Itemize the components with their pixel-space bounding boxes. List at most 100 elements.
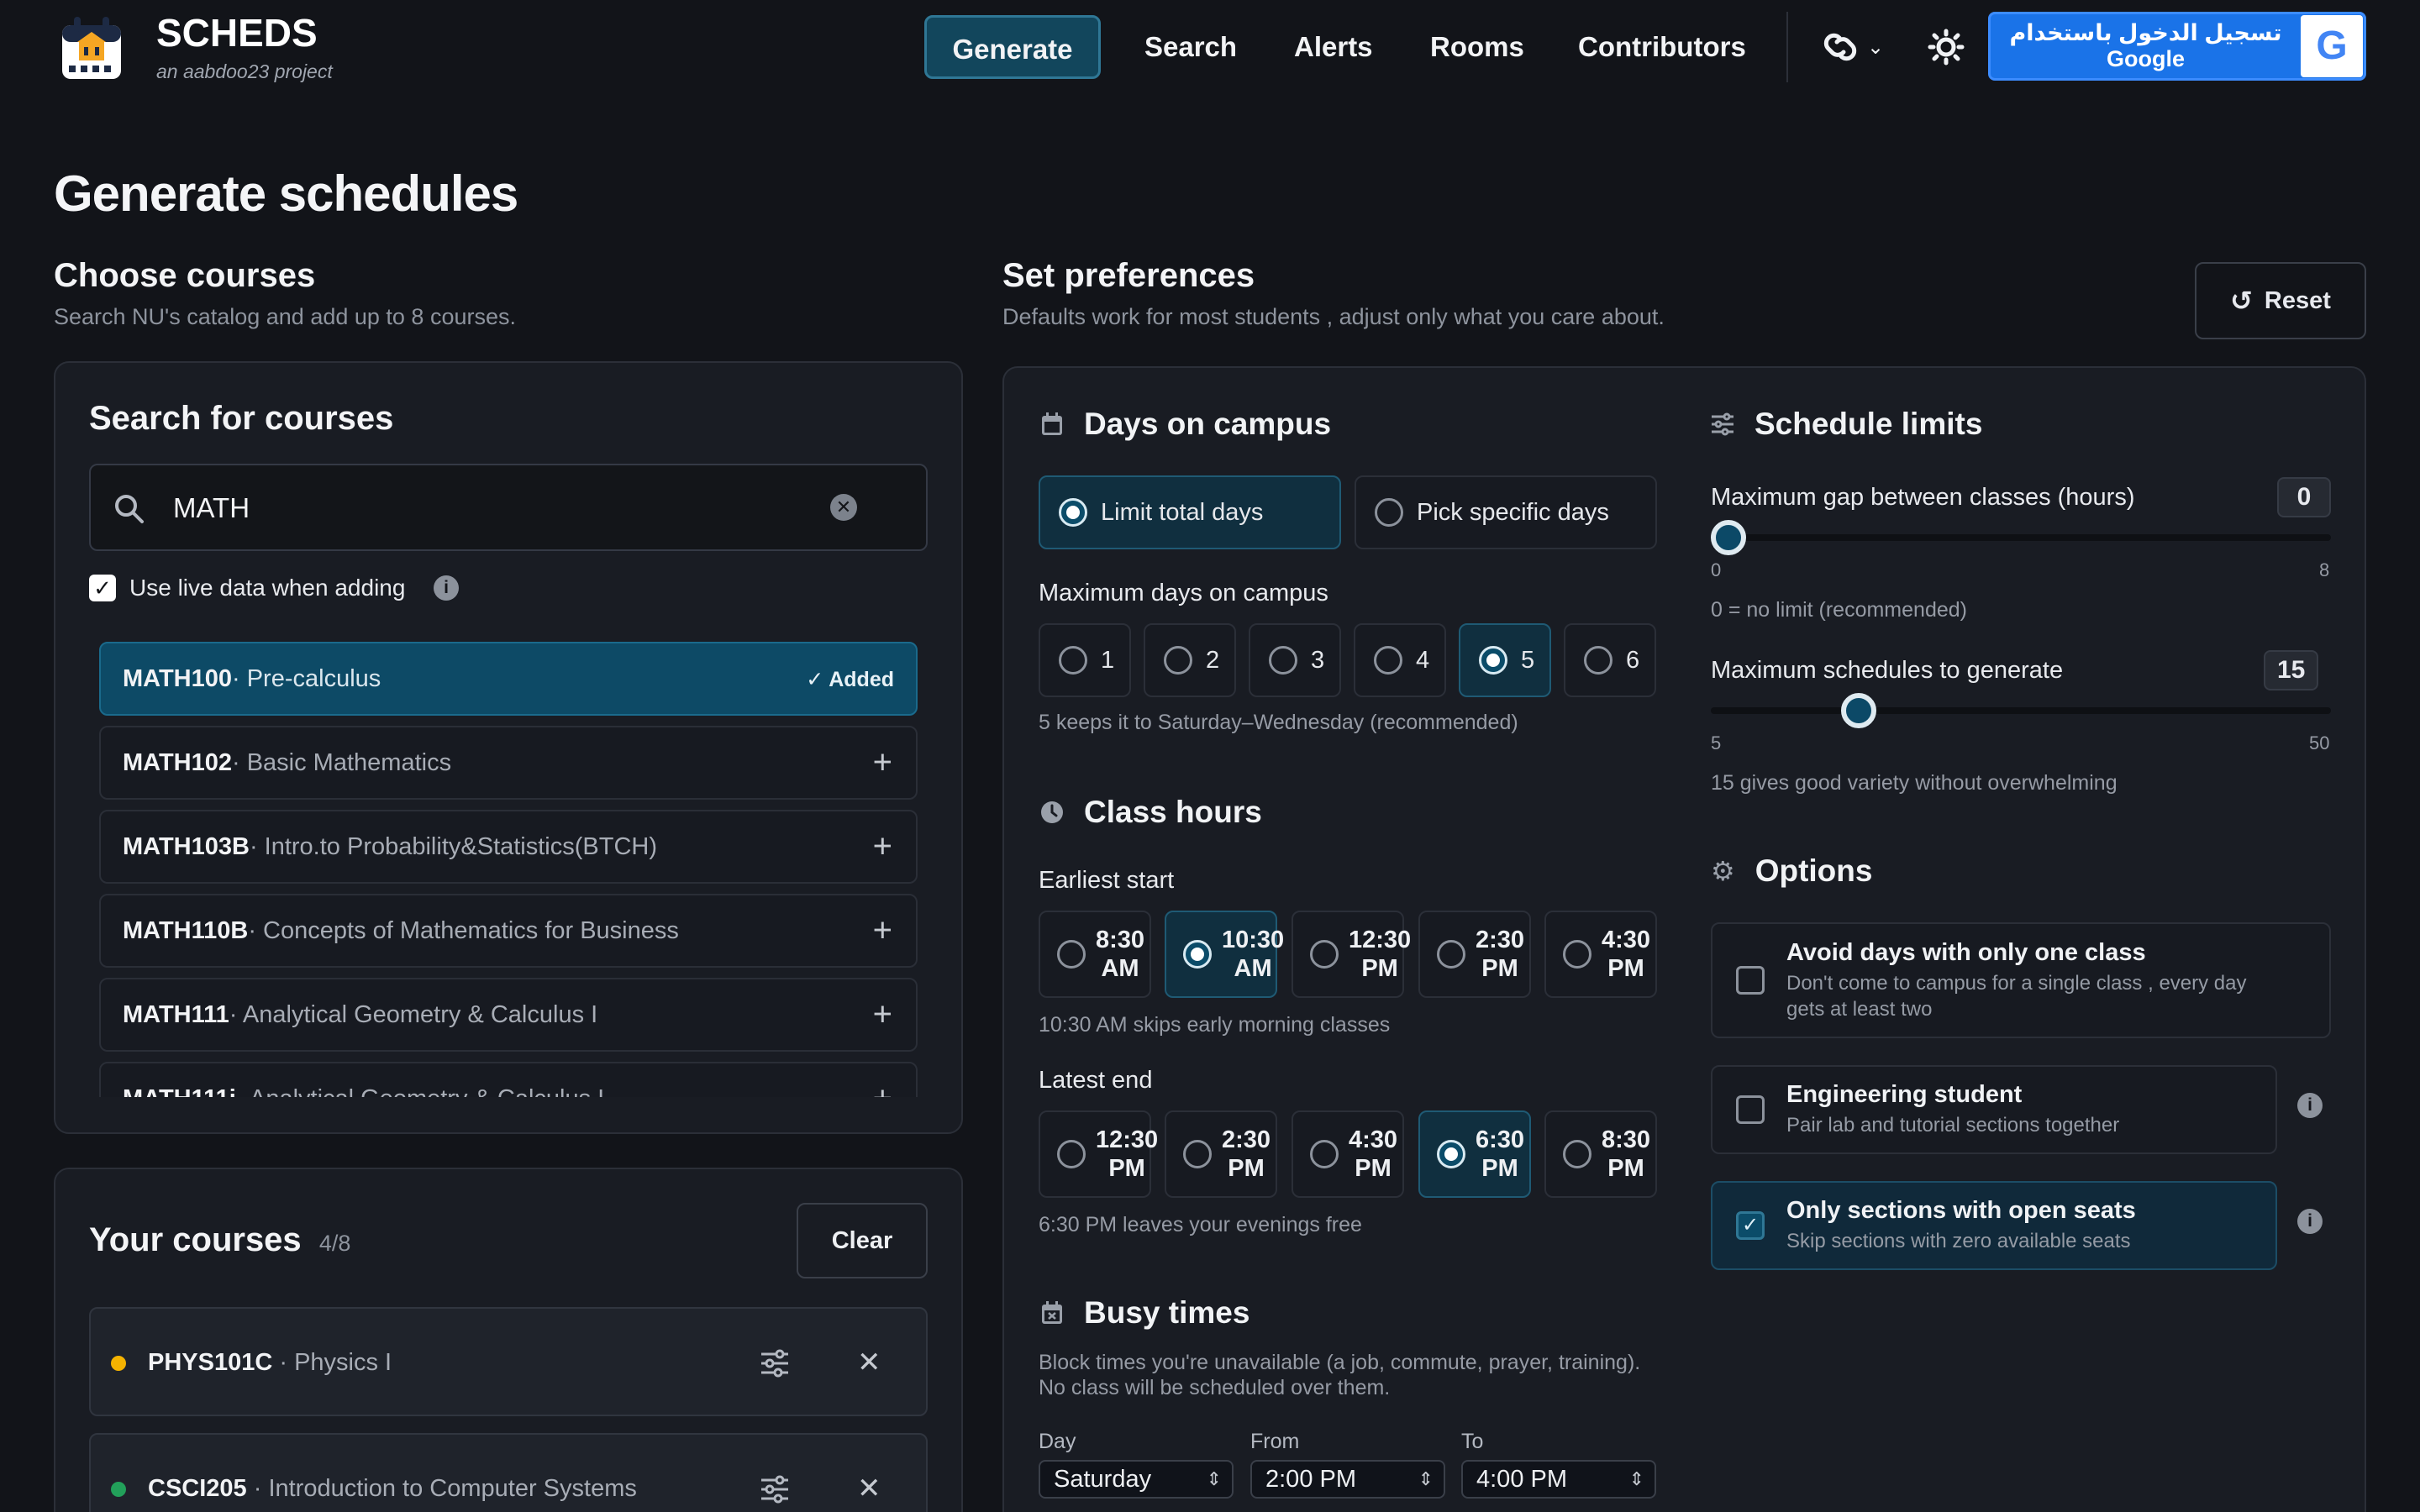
nav-alerts[interactable]: Alerts (1267, 15, 1400, 79)
latest-option[interactable]: 12:30 PM (1039, 1110, 1158, 1198)
option-label: Limit total days (1101, 498, 1264, 526)
max-gap-value[interactable]: 0 (2277, 477, 2331, 517)
sliders-icon[interactable] (760, 1349, 790, 1378)
max-days-option-2[interactable]: 2 (1144, 623, 1236, 697)
google-login-button[interactable]: تسجيل الدخول باستخدام Google G (1988, 12, 2366, 81)
time-value: 12:30 (1096, 1126, 1159, 1153)
selected-course-row[interactable]: PHYS101C · Physics I ✕ (89, 1307, 928, 1416)
add-course-icon[interactable]: + (873, 1080, 892, 1098)
limits-title-label: Schedule limits (1754, 407, 1983, 441)
max-days-option-3[interactable]: 3 (1249, 623, 1341, 697)
class-hours-title: Class hours (1040, 795, 1262, 830)
busy-times-title: Busy times (1040, 1295, 1249, 1331)
open-seats-option[interactable]: ✓ Only sections with open seats Skip sec… (1711, 1181, 2277, 1270)
nav-search[interactable]: Search (1118, 15, 1264, 79)
max-days-option-4[interactable]: 4 (1354, 623, 1446, 697)
max-schedules-value[interactable]: 15 (2264, 650, 2319, 690)
latest-end-label: Latest end (1039, 1067, 1153, 1094)
max-days-option-5[interactable]: 5 (1459, 623, 1551, 697)
chevron-down-icon: ⌄ (1867, 35, 1885, 59)
added-badge: ✓ Added (806, 668, 894, 691)
checkbox-checked: ✓ (1736, 1211, 1765, 1240)
busy-to-select[interactable]: 4:00 PM ⇕ (1461, 1460, 1656, 1499)
course-color-dot (111, 1482, 126, 1497)
open-seats-info-icon[interactable]: i (2297, 1209, 2323, 1234)
checkbox-unchecked (1736, 966, 1765, 995)
engineering-info-icon[interactable]: i (2297, 1093, 2323, 1118)
engineering-student-option[interactable]: Engineering student Pair lab and tutoria… (1711, 1065, 2277, 1154)
add-course-icon[interactable]: + (873, 912, 892, 950)
remove-course-icon[interactable]: ✕ (857, 1346, 881, 1379)
course-code: CSCI205 (148, 1475, 247, 1502)
live-data-info-icon[interactable]: i (434, 575, 459, 601)
nav-rooms[interactable]: Rooms (1403, 15, 1551, 79)
course-code: MATH102 (123, 748, 232, 776)
time-value: 8:30 (1602, 1126, 1651, 1153)
latest-option[interactable]: 6:30 PM (1418, 1110, 1531, 1198)
links-menu-button[interactable]: ⌄ (1820, 29, 1891, 66)
avoid-single-class-option[interactable]: Avoid days with only one class Don't com… (1711, 922, 2331, 1038)
clear-search-icon[interactable]: ✕ (830, 494, 857, 521)
search-input[interactable]: MATH (173, 492, 250, 524)
brand-name[interactable]: SCHEDS (156, 10, 318, 55)
busy-day-label: Day (1039, 1430, 1076, 1453)
app-logo[interactable] (59, 13, 124, 82)
reset-label: Reset (2264, 286, 2331, 314)
remove-course-icon[interactable]: ✕ (857, 1472, 881, 1505)
radio-unselected (1164, 646, 1192, 675)
course-code: MATH110B (123, 916, 249, 944)
reset-button[interactable]: ↺ Reset (2195, 262, 2366, 339)
add-course-icon[interactable]: + (873, 744, 892, 782)
add-course-icon[interactable]: + (873, 996, 892, 1034)
latest-option[interactable]: 8:30 PM (1544, 1110, 1657, 1198)
earliest-option[interactable]: 2:30 PM (1418, 911, 1531, 998)
max-hint: 15 gives good variety without overwhelmi… (1711, 771, 2118, 795)
latest-option[interactable]: 2:30 PM (1165, 1110, 1277, 1198)
course-result-row[interactable]: MATH111i · Analytical Geometry & Calculu… (99, 1062, 918, 1097)
latest-option[interactable]: 4:30 PM (1292, 1110, 1404, 1198)
nav-generate[interactable]: Generate (924, 15, 1101, 79)
option-desc: Pair lab and tutorial sections together (1786, 1114, 2120, 1137)
limit-total-days-option[interactable]: Limit total days (1039, 475, 1341, 549)
choose-courses-subtitle: Search NU's catalog and add up to 8 cour… (54, 304, 516, 329)
sliders-icon[interactable] (760, 1475, 790, 1504)
time-period: PM (1355, 1155, 1392, 1182)
max-days-option-1[interactable]: 1 (1039, 623, 1131, 697)
earliest-start-label: Earliest start (1039, 867, 1175, 894)
max-days-label: Maximum days on campus (1039, 580, 1328, 606)
max-schedules-slider-track[interactable] (1711, 707, 2331, 714)
earliest-option[interactable]: 8:30 AM (1039, 911, 1151, 998)
course-result-row[interactable]: MATH100 · Pre-calculus ✓ Added (99, 642, 918, 716)
radio-unselected (1437, 940, 1465, 969)
clear-courses-button[interactable]: Clear (797, 1203, 928, 1278)
option-title: Engineering student (1786, 1081, 2023, 1108)
selected-course-row[interactable]: CSCI205 · Introduction to Computer Syste… (89, 1433, 928, 1512)
earliest-option[interactable]: 12:30 PM (1292, 911, 1411, 998)
checkbox-unchecked (1736, 1095, 1765, 1124)
earliest-option[interactable]: 4:30 PM (1544, 911, 1657, 998)
max-gap-slider-track[interactable] (1711, 534, 2331, 541)
nav-contributors[interactable]: Contributors (1551, 15, 1773, 79)
pick-specific-days-option[interactable]: Pick specific days (1355, 475, 1657, 549)
gear-icon: ⚙ (1711, 856, 1735, 886)
search-input-box[interactable]: MATH ✕ (89, 464, 928, 551)
add-course-icon[interactable]: + (873, 828, 892, 866)
busy-from-select[interactable]: 2:00 PM ⇕ (1250, 1460, 1445, 1499)
radio-unselected (1269, 646, 1297, 675)
earliest-option[interactable]: 10:30 AM (1165, 911, 1284, 998)
time-value: 8:30 (1096, 927, 1145, 953)
live-data-checkbox[interactable]: ✓ (89, 575, 116, 601)
max-days-option-6[interactable]: 6 (1564, 623, 1656, 697)
course-result-row[interactable]: MATH111 · Analytical Geometry & Calculus… (99, 978, 918, 1052)
course-result-row[interactable]: MATH110B · Concepts of Mathematics for B… (99, 894, 918, 968)
max-schedules-slider-thumb[interactable] (1840, 693, 1876, 728)
course-name: · Physics I (272, 1349, 392, 1376)
course-result-row[interactable]: MATH102 · Basic Mathematics + (99, 726, 918, 800)
busy-title-label: Busy times (1084, 1295, 1250, 1330)
busy-day-select[interactable]: Saturday ⇕ (1039, 1460, 1234, 1499)
set-preferences-title: Set preferences (1002, 257, 1255, 294)
max-gap-slider-thumb[interactable] (1711, 520, 1746, 555)
theme-toggle-button[interactable] (1928, 29, 1965, 66)
option-title: Avoid days with only one class (1786, 938, 2146, 966)
course-result-row[interactable]: MATH103B · Intro.to Probability&Statisti… (99, 810, 918, 884)
